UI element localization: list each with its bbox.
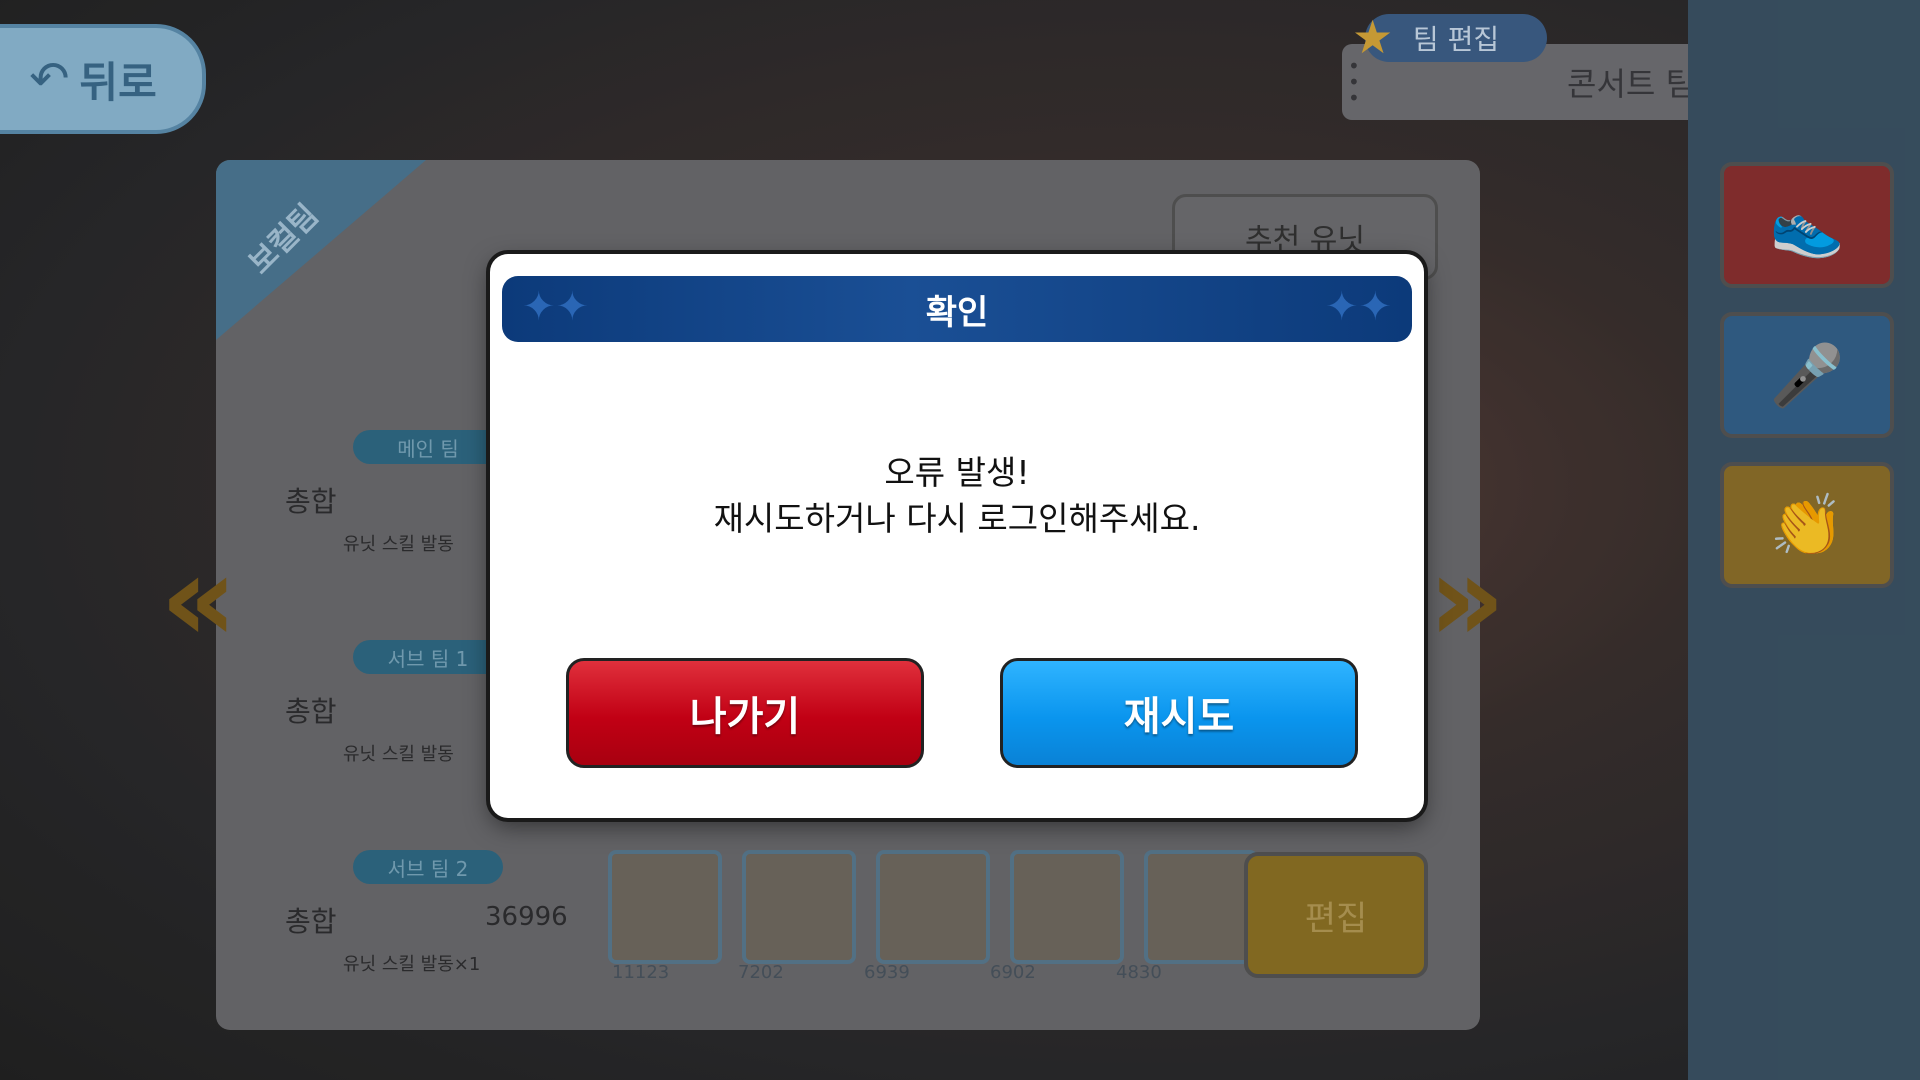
retry-button[interactable]: 재시도	[1000, 658, 1358, 768]
dialog-header: ✦✦ ✦✦ 확인	[502, 276, 1412, 342]
error-dialog: ✦✦ ✦✦ 확인 오류 발생! 재시도하거나 다시 로그인해주세요. 나가기 재…	[490, 254, 1424, 818]
message-line-1: 오류 발생!	[884, 453, 1030, 492]
message-line-2: 재시도하거나 다시 로그인해주세요.	[713, 499, 1201, 538]
sparkle-icon: ✦✦	[522, 284, 590, 330]
dialog-title: 확인	[925, 292, 989, 333]
sparkle-icon: ✦✦	[1324, 284, 1392, 330]
dialog-message: 오류 발생! 재시도하거나 다시 로그인해주세요.	[490, 450, 1424, 542]
exit-button[interactable]: 나가기	[566, 658, 924, 768]
